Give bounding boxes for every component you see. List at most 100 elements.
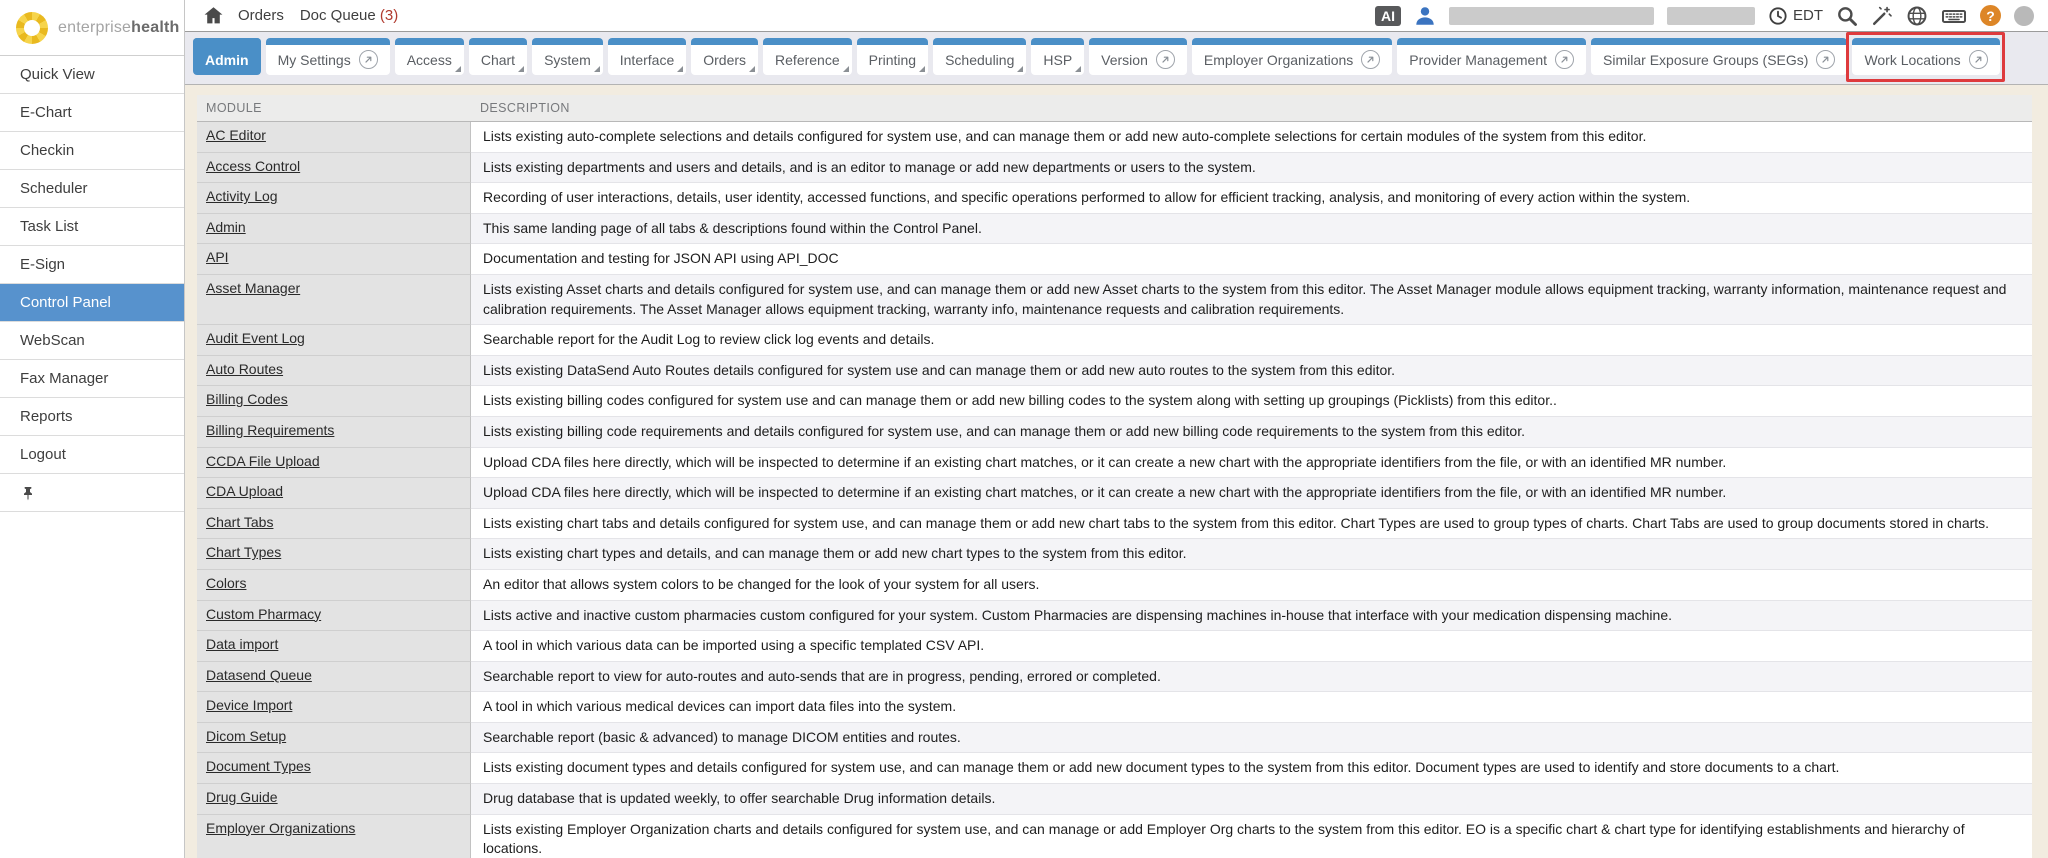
breadcrumb-doc-queue[interactable]: Doc Queue (3) [300, 7, 398, 24]
module-link[interactable]: Auto Routes [206, 361, 283, 377]
module-link[interactable]: Employer Organizations [206, 820, 355, 836]
table-row: CDA Upload Upload CDA files here directl… [197, 478, 2032, 509]
tab-admin[interactable]: Admin [193, 38, 261, 75]
module-cell: Custom Pharmacy [197, 601, 471, 632]
open-popup-icon[interactable] [1969, 50, 1988, 69]
tab-work-locations[interactable]: Work Locations [1852, 38, 1999, 75]
table-row: Admin This same landing page of all tabs… [197, 214, 2032, 245]
timezone-indicator[interactable]: EDT [1768, 6, 1823, 26]
module-link[interactable]: CDA Upload [206, 483, 283, 499]
tab-similar-exposure-groups-segs[interactable]: Similar Exposure Groups (SEGs) [1591, 38, 1847, 75]
table-row: Colors An editor that allows system colo… [197, 570, 2032, 601]
clock-icon [1768, 6, 1788, 26]
module-description: Lists existing chart tabs and details co… [471, 509, 2032, 540]
tab-label: Interface [620, 52, 674, 68]
sidebar-item-checkin[interactable]: Checkin [0, 132, 184, 170]
module-link[interactable]: Dicom Setup [206, 728, 286, 744]
sidebar-item-label: Fax Manager [20, 370, 108, 387]
tab-version[interactable]: Version [1089, 38, 1187, 75]
module-link[interactable]: Custom Pharmacy [206, 606, 321, 622]
module-link[interactable]: Document Types [206, 758, 311, 774]
sidebar-item-label: Checkin [20, 142, 74, 159]
sidebar-pin-row[interactable] [0, 474, 184, 512]
module-description: Lists existing billing code requirements… [471, 417, 2032, 448]
table-row: CCDA File Upload Upload CDA files here d… [197, 448, 2032, 479]
tab-my-settings[interactable]: My Settings [266, 38, 390, 75]
module-cell: Auto Routes [197, 356, 471, 387]
tab-label: Chart [481, 52, 515, 68]
module-cell: Document Types [197, 753, 471, 784]
tab-employer-organizations[interactable]: Employer Organizations [1192, 38, 1392, 75]
module-cell: Access Control [197, 153, 471, 184]
tab-hsp[interactable]: HSP [1031, 38, 1084, 75]
module-link[interactable]: Admin [206, 219, 246, 235]
open-popup-icon[interactable] [1156, 50, 1175, 69]
tab-label: Reference [775, 52, 840, 68]
tab-printing[interactable]: Printing [857, 38, 928, 75]
module-link[interactable]: Data import [206, 636, 278, 652]
home-icon[interactable] [203, 5, 224, 26]
sidebar-item-reports[interactable]: Reports [0, 398, 184, 436]
tab-scheduling[interactable]: Scheduling [933, 38, 1026, 75]
sidebar-item-e-sign[interactable]: E-Sign [0, 246, 184, 284]
open-popup-icon[interactable] [1555, 50, 1574, 69]
breadcrumb-orders[interactable]: Orders [238, 7, 284, 24]
timezone-label: EDT [1793, 7, 1823, 24]
module-description: Recording of user interactions, details,… [471, 183, 2032, 214]
tab-label: Printing [869, 52, 916, 68]
ai-badge[interactable]: AI [1375, 6, 1401, 26]
wand-icon[interactable] [1871, 5, 1893, 27]
module-link[interactable]: Billing Codes [206, 391, 288, 407]
search-icon[interactable] [1836, 5, 1858, 27]
sidebar-item-webscan[interactable]: WebScan [0, 322, 184, 360]
globe-icon[interactable] [1906, 5, 1928, 27]
module-link[interactable]: Datasend Queue [206, 667, 312, 683]
tab-interface[interactable]: Interface [608, 38, 686, 75]
module-link[interactable]: Chart Types [206, 544, 281, 560]
sidebar-item-logout[interactable]: Logout [0, 436, 184, 474]
module-link[interactable]: Device Import [206, 697, 292, 713]
module-link[interactable]: Audit Event Log [206, 330, 305, 346]
tab-label: HSP [1043, 52, 1072, 68]
table-body: AC Editor Lists existing auto-complete s… [197, 122, 2032, 858]
sidebar-item-e-chart[interactable]: E-Chart [0, 94, 184, 132]
module-link[interactable]: Access Control [206, 158, 300, 174]
sidebar-item-control-panel[interactable]: Control Panel [0, 284, 184, 322]
tab-reference[interactable]: Reference [763, 38, 852, 75]
sidebar-item-label: Quick View [20, 66, 95, 83]
module-link[interactable]: AC Editor [206, 127, 266, 143]
tab-label: Access [407, 52, 452, 68]
help-icon[interactable]: ? [1980, 5, 2001, 26]
user-icon[interactable] [1414, 5, 1436, 27]
module-link[interactable]: Billing Requirements [206, 422, 334, 438]
module-link[interactable]: API [206, 249, 229, 265]
presence-icon [2014, 6, 2034, 26]
keyboard-icon[interactable] [1941, 5, 1967, 27]
module-link[interactable]: Activity Log [206, 188, 278, 204]
tab-system[interactable]: System [532, 38, 603, 75]
open-popup-icon[interactable] [359, 50, 378, 69]
module-link[interactable]: CCDA File Upload [206, 453, 320, 469]
open-popup-icon[interactable] [1361, 50, 1380, 69]
sidebar-item-scheduler[interactable]: Scheduler [0, 170, 184, 208]
sidebar-item-fax-manager[interactable]: Fax Manager [0, 360, 184, 398]
tab-chart[interactable]: Chart [469, 38, 527, 75]
table-row: Billing Requirements Lists existing bill… [197, 417, 2032, 448]
module-link[interactable]: Asset Manager [206, 280, 300, 296]
tab-orders[interactable]: Orders [691, 38, 758, 75]
table-header: MODULE DESCRIPTION [197, 95, 2032, 122]
table-row: Activity Log Recording of user interacti… [197, 183, 2032, 214]
table-row: Access Control Lists existing department… [197, 153, 2032, 184]
module-link[interactable]: Chart Tabs [206, 514, 273, 530]
open-popup-icon[interactable] [1816, 50, 1835, 69]
tab-access[interactable]: Access [395, 38, 464, 75]
tab-provider-management[interactable]: Provider Management [1397, 38, 1586, 75]
sidebar-item-task-list[interactable]: Task List [0, 208, 184, 246]
module-cell: Data import [197, 631, 471, 662]
module-cell: Colors [197, 570, 471, 601]
pin-icon[interactable] [20, 485, 36, 501]
sidebar-item-quick-view[interactable]: Quick View [0, 56, 184, 94]
module-link[interactable]: Drug Guide [206, 789, 278, 805]
module-link[interactable]: Colors [206, 575, 246, 591]
sidebar-item-label: Reports [20, 408, 73, 425]
